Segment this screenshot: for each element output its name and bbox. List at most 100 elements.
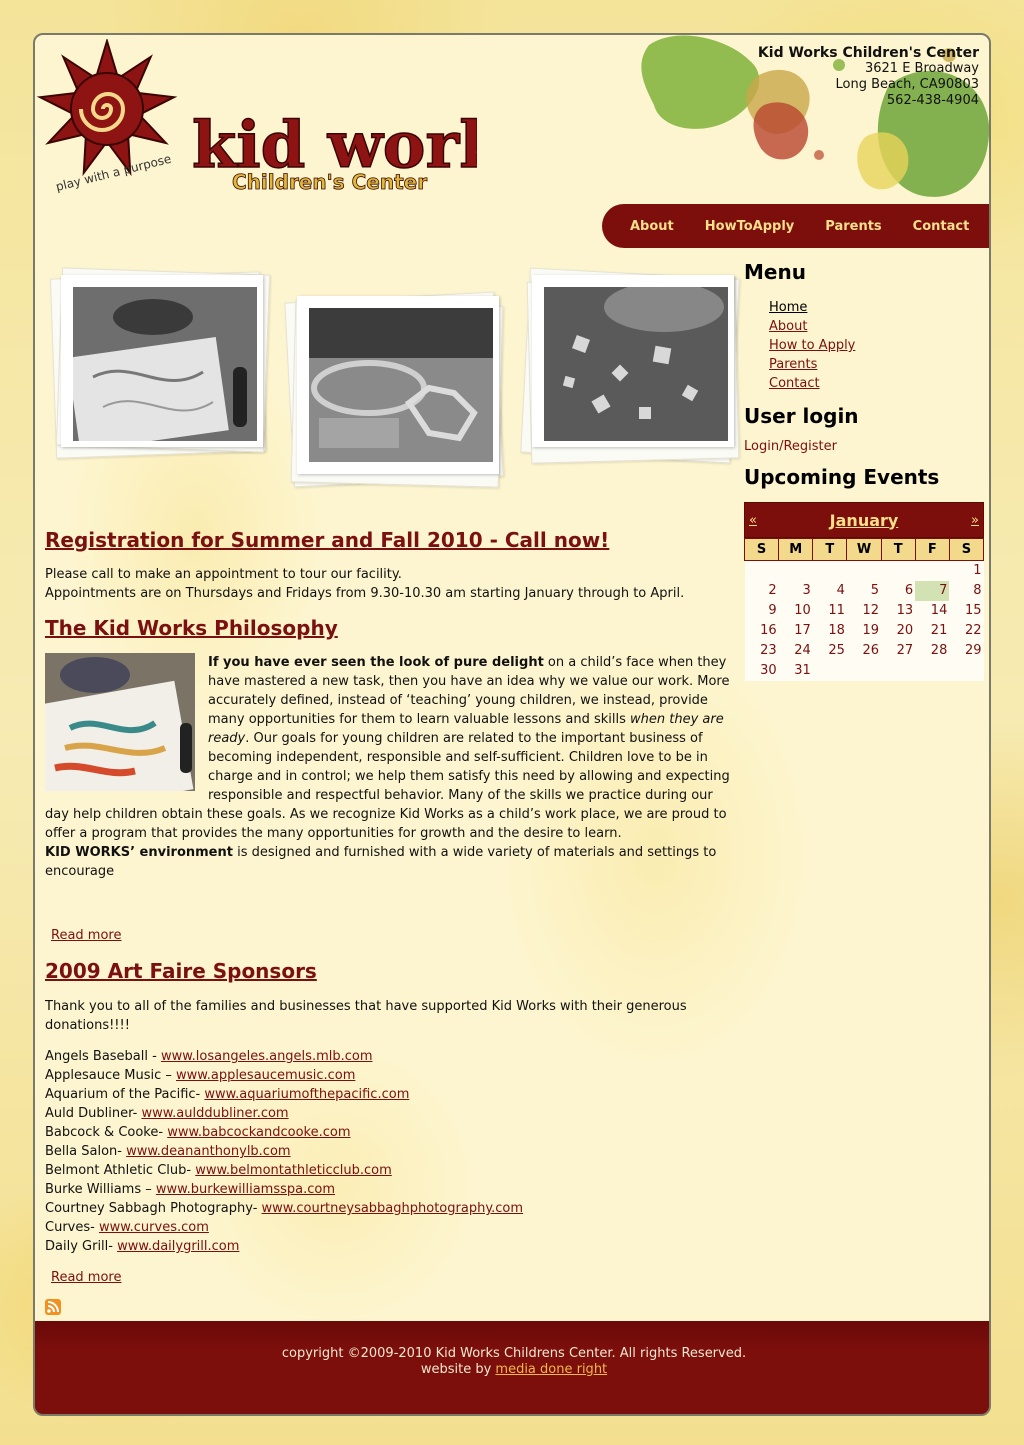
sponsor-link[interactable]: www.applesaucemusic.com xyxy=(176,1068,355,1083)
sponsor-link[interactable]: www.losangeles.angels.mlb.com xyxy=(161,1049,373,1064)
sponsor-link[interactable]: www.courtneysabbaghphotography.com xyxy=(262,1201,524,1216)
sponsor-name: Belmont Athletic Club- xyxy=(45,1163,196,1178)
calendar-day[interactable]: 12 xyxy=(846,600,882,621)
calendar-day xyxy=(915,660,950,681)
sponsor-link[interactable]: www.babcockandcooke.com xyxy=(167,1125,350,1140)
page-container: play with a purpose kid works Children's… xyxy=(33,33,991,1416)
calendar-day[interactable]: 20 xyxy=(881,620,916,641)
calendar-day[interactable]: 24 xyxy=(778,640,813,661)
center-name: Kid Works Children's Center xyxy=(757,45,979,61)
sponsor-name: Auld Dubliner- xyxy=(45,1106,142,1121)
calendar-day[interactable]: 30 xyxy=(744,660,779,681)
calendar-day[interactable]: 14 xyxy=(915,600,950,621)
calendar-day[interactable]: 28 xyxy=(915,640,950,661)
philosophy-title-link[interactable]: The Kid Works Philosophy xyxy=(45,616,338,640)
sponsor-link[interactable]: www.aquariumofthepacific.com xyxy=(204,1087,409,1102)
registration-line-2: Appointments are on Thursdays and Friday… xyxy=(45,586,685,601)
registration-title-link[interactable]: Registration for Summer and Fall 2010 - … xyxy=(45,528,609,552)
calendar-day xyxy=(744,560,779,581)
painting-photo-image xyxy=(67,287,257,451)
philosophy-heading: The Kid Works Philosophy xyxy=(45,616,338,640)
calendar-day xyxy=(812,660,847,681)
calendar-day[interactable]: 10 xyxy=(778,600,813,621)
sponsor-link[interactable]: www.aulddubliner.com xyxy=(141,1106,288,1121)
sponsor-item: Belmont Athletic Club- www.belmontathlet… xyxy=(45,1161,735,1180)
calendar-day[interactable]: 31 xyxy=(778,660,813,681)
calendar-day[interactable]: 7 xyxy=(915,580,950,601)
calendar-day[interactable]: 8 xyxy=(949,580,984,601)
calendar-week: 23 24 25 26 27 28 29 xyxy=(744,640,984,661)
philosophy-read-more-link[interactable]: Read more xyxy=(51,928,121,943)
calendar-day[interactable]: 21 xyxy=(915,620,950,641)
calendar-day[interactable]: 13 xyxy=(881,600,916,621)
rss-feed-icon[interactable] xyxy=(45,1299,61,1315)
calendar-day[interactable]: 27 xyxy=(881,640,916,661)
calendar-next-month-link[interactable]: » xyxy=(971,513,979,528)
events-calendar: « January » SMTWTFS 1 2 3 4 5 6 7 8 9 10 11 12 13 14 1… xyxy=(743,502,985,681)
calendar-day[interactable]: 22 xyxy=(949,620,984,641)
calendar-day[interactable]: 9 xyxy=(744,600,779,621)
calendar-days: 1 2 3 4 5 6 7 8 9 10 11 12 13 14 15 16 17 18 19 20 21 22 23 24 2… xyxy=(744,560,984,681)
calendar-day xyxy=(881,560,916,581)
calendar-day[interactable]: 6 xyxy=(881,580,916,601)
nav-contact[interactable]: Contact xyxy=(913,219,970,234)
sponsor-name: Burke Williams – xyxy=(45,1182,156,1197)
sponsor-link[interactable]: www.curves.com xyxy=(99,1220,209,1235)
sidebar-item-contact[interactable]: Contact xyxy=(769,376,820,391)
calendar-day[interactable]: 16 xyxy=(744,620,779,641)
calendar-day[interactable]: 5 xyxy=(846,580,882,601)
nav-about[interactable]: About xyxy=(630,219,674,234)
calendar-weekday: M xyxy=(778,538,814,561)
calendar-month-link[interactable]: January xyxy=(830,511,899,530)
calendar-day xyxy=(778,560,813,581)
sidebar-item-about[interactable]: About xyxy=(769,319,807,334)
registration-heading: Registration for Summer and Fall 2010 - … xyxy=(45,528,609,552)
upcoming-events-heading: Upcoming Events xyxy=(744,465,940,489)
calendar-day[interactable]: 3 xyxy=(778,580,813,601)
calendar-day[interactable]: 19 xyxy=(846,620,882,641)
footer: copyright ©2009-2010 Kid Works Childrens… xyxy=(35,1321,989,1414)
sponsor-item: Courtney Sabbagh Photography- www.courtn… xyxy=(45,1199,735,1218)
sponsor-name: Curves- xyxy=(45,1220,99,1235)
sponsor-link[interactable]: www.dailygrill.com xyxy=(117,1239,239,1254)
nav-parents[interactable]: Parents xyxy=(825,219,881,234)
calendar-grid: SMTWTFS 1 2 3 4 5 6 7 8 9 10 11 12 13 14 15 16 17 18 19 20 2… xyxy=(743,538,985,681)
sponsor-item: Aquarium of the Pacific- www.aquariumoft… xyxy=(45,1085,735,1104)
sidebar-item-home[interactable]: Home xyxy=(769,300,807,315)
footer-credit-link[interactable]: media done right xyxy=(495,1362,607,1377)
calendar-weekday: T xyxy=(880,538,916,561)
sponsor-item: Angels Baseball - www.losangeles.angels.… xyxy=(45,1047,735,1066)
calendar-day[interactable]: 15 xyxy=(949,600,984,621)
calendar-day[interactable]: 4 xyxy=(812,580,847,601)
contact-address: Kid Works Children's Center 3621 E Broad… xyxy=(758,45,979,109)
sponsor-link[interactable]: www.deananthonylb.com xyxy=(126,1144,290,1159)
sidebar-item-how-to-apply[interactable]: How to Apply xyxy=(769,338,855,353)
login-register-link[interactable]: Login/Register xyxy=(744,439,837,454)
calendar-day[interactable]: 18 xyxy=(812,620,847,641)
calendar-day[interactable]: 11 xyxy=(812,600,847,621)
calendar-day xyxy=(812,560,847,581)
sidebar-menu: Home About How to Apply Parents Contact xyxy=(744,298,989,393)
sponsor-link[interactable]: www.belmontathleticclub.com xyxy=(195,1163,392,1178)
calendar-day[interactable]: 1 xyxy=(949,560,984,581)
calendar-day[interactable]: 25 xyxy=(812,640,847,661)
calendar-day[interactable]: 17 xyxy=(778,620,813,641)
sponsor-item: Applesauce Music – www.applesaucemusic.c… xyxy=(45,1066,735,1085)
sponsors-title-link[interactable]: 2009 Art Faire Sponsors xyxy=(45,959,317,983)
calendar-day[interactable]: 29 xyxy=(949,640,984,661)
calendar-prev-month-link[interactable]: « xyxy=(749,513,757,528)
calendar-week: 30 31 xyxy=(744,660,984,681)
calendar-day[interactable]: 26 xyxy=(846,640,882,661)
calendar-day[interactable]: 23 xyxy=(744,640,779,661)
kid-works-logo[interactable]: play with a purpose kid works Children's… xyxy=(37,39,477,209)
philosophy-article: If you have ever seen the look of pure d… xyxy=(45,653,730,881)
registration-body: Please call to make an appointment to to… xyxy=(45,565,735,603)
sponsor-link[interactable]: www.burkewilliamsspa.com xyxy=(156,1182,335,1197)
photo-cookie-cutters xyxy=(297,296,499,474)
calendar-day[interactable]: 2 xyxy=(744,580,779,601)
sponsors-read-more-link[interactable]: Read more xyxy=(51,1270,121,1285)
sidebar-item-parents[interactable]: Parents xyxy=(769,357,817,372)
calendar-day xyxy=(949,660,984,681)
nav-how-to-apply[interactable]: HowToApply xyxy=(705,219,795,234)
registration-line-1: Please call to make an appointment to to… xyxy=(45,567,402,582)
